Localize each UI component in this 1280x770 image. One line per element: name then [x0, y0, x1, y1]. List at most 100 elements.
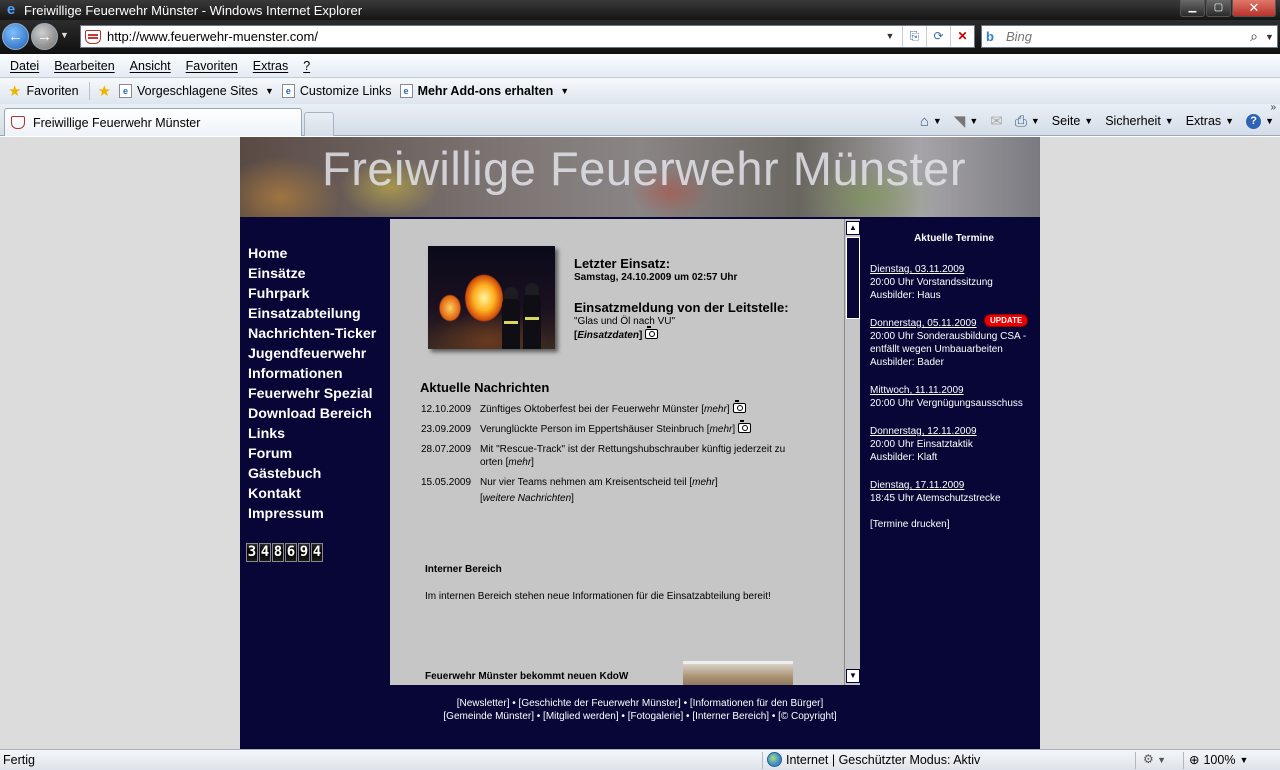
camera-icon[interactable] [732, 400, 746, 413]
event-date-link[interactable]: Dienstag, 17.11.2009 [870, 479, 964, 492]
address-toolbar: ← → ▼ http://www.feuerwehr-muenster.com/… [0, 20, 1280, 54]
nav-forum[interactable]: Forum [248, 445, 376, 465]
minimize-button[interactable]: ▁ [1180, 0, 1205, 17]
address-dropdown-icon[interactable]: ▼ [878, 26, 902, 47]
menu-view[interactable]: Ansicht [130, 59, 171, 73]
menu-favorites[interactable]: Favoriten [186, 59, 238, 73]
internal-text: Im internen Bereich stehen neue Informat… [425, 591, 771, 602]
event-description: 20:00 Uhr Vorstandssitzung [870, 277, 993, 288]
scroll-up-icon[interactable]: ▲ [846, 221, 860, 235]
footer-links-row1[interactable]: [Newsletter] • [Geschichte der Feuerwehr… [240, 697, 1040, 710]
last-mission-heading: Letzter Einsatz: [574, 256, 671, 271]
firefighter-figure [523, 283, 541, 349]
address-bar[interactable]: http://www.feuerwehr-muenster.com/ ▼ ⎘ ⟳… [80, 25, 975, 48]
event-date-link[interactable]: Dienstag, 03.11.2009 [870, 263, 964, 276]
page-menu[interactable]: Seite ▼ [1052, 114, 1093, 128]
mail-button[interactable]: ✉ [990, 112, 1003, 130]
last-mission-date: Samstag, 24.10.2009 um 02:57 Uhr [574, 272, 738, 283]
event-date-link[interactable]: Donnerstag, 05.11.2009 [870, 317, 977, 330]
search-input[interactable] [1006, 29, 1243, 44]
news-more-link[interactable]: mehr [704, 404, 727, 415]
scroll-down-icon[interactable]: ▼ [846, 669, 860, 683]
chevron-down-icon: ▼ [969, 116, 979, 126]
stop-icon[interactable]: ✕ [950, 26, 974, 47]
scroll-thumb[interactable] [846, 237, 860, 319]
home-button[interactable]: ⌂ ▼ [920, 113, 942, 130]
search-icon[interactable]: ⌕ [1243, 28, 1265, 45]
addons-link[interactable]: e Mehr Add-ons erhalten ▼ [399, 84, 570, 98]
nav-home[interactable]: Home [248, 245, 376, 265]
more-news-link[interactable]: [weitere Nachrichten] [480, 493, 821, 504]
footer-links-row2[interactable]: [Gemeinde Münster] • [Mitglied werden] •… [240, 710, 1040, 723]
compatibility-view-icon[interactable]: ⎘ [902, 26, 926, 47]
nav-nachrichten-ticker[interactable]: Nachrichten-Ticker [248, 325, 376, 345]
camera-icon[interactable] [645, 326, 659, 339]
new-tab-button[interactable] [304, 112, 334, 136]
mission-photo[interactable] [428, 246, 555, 349]
news-date: 23.09.2009 [421, 424, 472, 435]
nav-download-bereich[interactable]: Download Bereich [248, 405, 376, 425]
nav-impressum[interactable]: Impressum [248, 505, 376, 525]
search-options-icon[interactable]: ▼ [1265, 32, 1277, 42]
add-favorite-button[interactable]: ★ [98, 82, 111, 100]
more-commands-icon[interactable]: » [1270, 102, 1276, 113]
zoom-control[interactable]: ⊕ 100% ▼ [1189, 752, 1248, 768]
menu-tools[interactable]: Extras [253, 59, 288, 73]
news-more-link[interactable]: mehr [508, 457, 531, 468]
news-more-link[interactable]: mehr [710, 424, 733, 435]
mission-data-link[interactable]: [Einsatzdaten] [574, 326, 659, 341]
help-button[interactable]: ? ▼ [1246, 113, 1274, 129]
news-text: Zünftiges Oktoberfest bei der Feuerwehr … [480, 404, 699, 415]
zoom-icon: ⊕ [1189, 753, 1200, 767]
security-zone[interactable]: Internet | Geschützter Modus: Aktiv [767, 752, 980, 767]
suggested-sites-link[interactable]: e Vorgeschlagene Sites ▼ [119, 84, 274, 98]
menu-file[interactable]: Datei [10, 59, 39, 73]
favorites-button[interactable]: ★ Favoriten [8, 82, 79, 100]
print-button[interactable]: ⎙ ▼ [1015, 113, 1040, 130]
refresh-icon[interactable]: ⟳ [926, 26, 950, 47]
nav-informationen[interactable]: Informationen [248, 365, 376, 385]
nav-gaestebuch[interactable]: Gästebuch [248, 465, 376, 485]
news-more-link[interactable]: mehr [692, 477, 715, 488]
content-scrollbar[interactable]: ▲ ▼ [844, 219, 860, 685]
nav-kontakt[interactable]: Kontakt [248, 485, 376, 505]
nav-jugendfeuerwehr[interactable]: Jugendfeuerwehr [248, 345, 376, 365]
nav-links[interactable]: Links [248, 425, 376, 445]
addons-label: Mehr Add-ons erhalten [417, 84, 554, 98]
feeds-button[interactable]: ◥ ▼ [954, 112, 978, 130]
print-events-link[interactable]: [Termine drucken] [870, 518, 1042, 531]
nav-fuhrpark[interactable]: Fuhrpark [248, 285, 376, 305]
event-date-link[interactable]: Donnerstag, 12.11.2009 [870, 425, 977, 438]
camera-icon[interactable] [738, 420, 752, 433]
customize-links-link[interactable]: e Customize Links [281, 84, 392, 98]
security-menu[interactable]: Sicherheit ▼ [1105, 114, 1174, 128]
forward-button[interactable]: → [31, 23, 58, 50]
back-button[interactable]: ← [2, 23, 29, 50]
nav-einsaetze[interactable]: Einsätze [248, 265, 376, 285]
mission-data-label[interactable]: Einsatzdaten [577, 330, 639, 341]
chevron-down-icon: ▼ [1225, 116, 1235, 126]
menu-edit[interactable]: Bearbeiten [54, 59, 114, 73]
separator [1135, 752, 1136, 769]
menu-help[interactable]: ? [303, 59, 310, 73]
url-text[interactable]: http://www.feuerwehr-muenster.com/ [107, 29, 878, 44]
event-date-link[interactable]: Mittwoch, 11.11.2009 [870, 384, 964, 397]
chevron-down-icon: ▼ [560, 86, 570, 96]
nav-feuerwehr-spezial[interactable]: Feuerwehr Spezial [248, 385, 376, 405]
nav-einsatzabteilung[interactable]: Einsatzabteilung [248, 305, 376, 325]
tab-active[interactable]: Freiwillige Feuerwehr Münster [4, 108, 302, 136]
kdow-photo[interactable] [683, 661, 793, 685]
protected-mode-icon[interactable]: ⚙ ▼ [1143, 752, 1166, 766]
more-news-label[interactable]: weitere Nachrichten [483, 493, 571, 504]
event-item: Dienstag, 17.11.2009 18:45 Uhr Atemschut… [870, 479, 1042, 505]
maximize-button[interactable]: ▢ [1206, 0, 1231, 17]
tools-menu[interactable]: Extras ▼ [1186, 114, 1234, 128]
close-window-button[interactable]: ✕ [1232, 0, 1276, 17]
event-description: 20:00 Uhr Vergnügungsausschuss [870, 398, 1023, 409]
history-dropdown[interactable]: ▼ [60, 30, 69, 40]
update-badge: UPDATE [984, 314, 1029, 327]
site-container: Freiwillige Feuerwehr Münster Home Einsä… [240, 137, 1040, 749]
search-box[interactable]: b ⌕ ▼ [981, 25, 1278, 48]
page-viewport: Freiwillige Feuerwehr Münster Home Einsä… [0, 137, 1280, 749]
event-instructor: Ausbilder: Klaft [870, 452, 938, 463]
